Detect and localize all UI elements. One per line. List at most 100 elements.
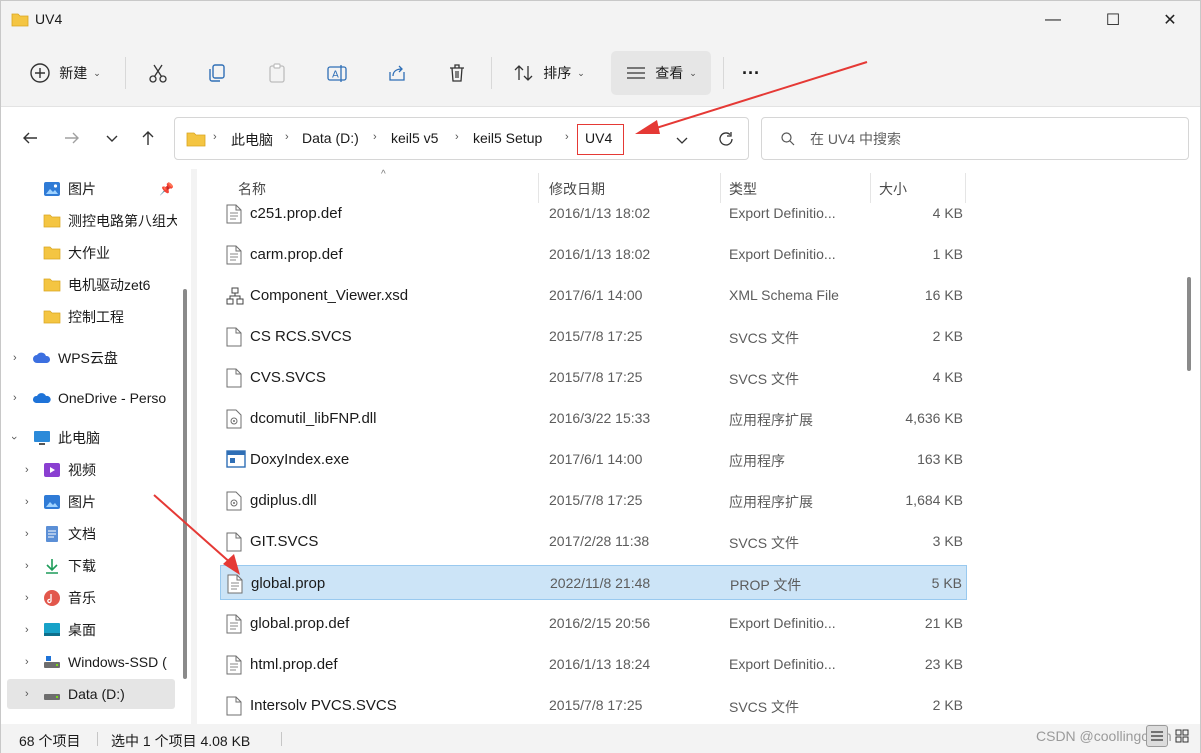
chevron-right-icon[interactable]: › bbox=[25, 592, 29, 604]
recent-locations-button[interactable] bbox=[97, 123, 127, 153]
nav-item-videos[interactable]: › 视频 bbox=[1, 455, 177, 485]
this-pc-icon bbox=[34, 431, 50, 445]
file-row[interactable]: Intersolv PVCS.SVCS 2015/7/8 17:25 SVCS 文件… bbox=[220, 688, 967, 723]
file-row[interactable]: DoxyIndex.exe 2017/6/1 14:00 应用程序 163 KB bbox=[220, 442, 967, 477]
close-button[interactable]: ✕ bbox=[1140, 1, 1200, 39]
folder-icon bbox=[43, 246, 61, 260]
search-box[interactable] bbox=[761, 117, 1189, 160]
file-list-scrollbar[interactable] bbox=[1187, 277, 1191, 371]
nav-item-wps-cloud[interactable]: › WPS云盘 bbox=[1, 343, 177, 373]
nav-item-downloads[interactable]: › 下载 bbox=[1, 551, 177, 581]
file-row[interactable]: global.prop 2022/11/8 21:48 PROP 文件 5 KB bbox=[220, 565, 967, 600]
document-icon bbox=[226, 614, 242, 634]
nav-item-folder[interactable]: 电机驱动zet6 bbox=[1, 270, 177, 300]
file-size: 2 KB bbox=[932, 697, 963, 713]
nav-item-folder[interactable]: 测控电路第八组大 bbox=[1, 206, 177, 236]
up-button[interactable] bbox=[133, 123, 163, 153]
view-button[interactable]: 查看 ⌄ bbox=[611, 51, 711, 95]
file-row[interactable]: html.prop.def 2016/1/13 18:24 Export Defin… bbox=[220, 647, 967, 682]
chevron-right-icon[interactable]: › bbox=[25, 528, 29, 540]
file-row[interactable]: CS RCS.SVCS 2015/7/8 17:25 SVCS 文件 2 KB bbox=[220, 319, 967, 354]
file-type: Export Definitio... bbox=[729, 246, 836, 262]
nav-item-pictures-quick[interactable]: 图片 📌 bbox=[1, 174, 177, 204]
share-button[interactable] bbox=[378, 51, 416, 95]
file-date: 2016/2/15 20:56 bbox=[549, 615, 651, 631]
copy-button[interactable] bbox=[198, 51, 236, 95]
details-view-button[interactable] bbox=[1146, 725, 1168, 747]
drive-icon bbox=[44, 656, 60, 668]
documents-icon bbox=[46, 526, 58, 542]
folder-icon bbox=[43, 310, 61, 324]
file-row[interactable]: gdiplus.dll 2015/7/8 17:25 应用程序扩展 1,684 KB bbox=[220, 483, 967, 518]
file-date: 2016/1/13 18:02 bbox=[549, 205, 651, 221]
nav-item-onedrive[interactable]: › OneDrive - Perso bbox=[1, 383, 177, 413]
file-list: ^ 名称 修改日期 类型 大小 c251.prop.def 2016/1/13 1… bbox=[197, 169, 1200, 724]
nav-item-data-drive[interactable]: › Data (D:) bbox=[7, 679, 175, 709]
new-button[interactable]: 新建 ⌄ bbox=[19, 51, 111, 95]
nav-item-this-pc[interactable]: › 此电脑 bbox=[1, 423, 177, 453]
minimize-button[interactable]: — bbox=[1023, 1, 1083, 39]
file-size: 1 KB bbox=[932, 246, 963, 262]
back-button[interactable] bbox=[15, 123, 45, 153]
nav-item-folder[interactable]: 大作业 bbox=[1, 238, 177, 268]
toolbar-divider bbox=[723, 57, 724, 89]
refresh-icon[interactable] bbox=[717, 130, 735, 148]
search-input[interactable] bbox=[810, 128, 1170, 150]
nav-item-documents[interactable]: › 文档 bbox=[1, 519, 177, 549]
more-options-button[interactable]: ··· bbox=[733, 51, 769, 95]
nav-item-folder[interactable]: 控制工程 bbox=[1, 302, 177, 332]
chevron-right-icon[interactable]: › bbox=[13, 392, 17, 404]
forward-button[interactable] bbox=[57, 123, 87, 153]
pictures-icon bbox=[44, 495, 60, 509]
breadcrumb-uv4[interactable]: UV4 bbox=[585, 130, 612, 146]
file-size: 23 KB bbox=[924, 656, 963, 672]
drive-icon bbox=[44, 694, 60, 700]
nav-scrollbar[interactable] bbox=[183, 289, 187, 679]
file-type: SVCS 文件 bbox=[729, 535, 800, 551]
breadcrumb-separator: › bbox=[373, 131, 377, 143]
nav-item-desktop[interactable]: › 桌面 bbox=[1, 615, 177, 645]
chevron-right-icon[interactable]: › bbox=[25, 624, 29, 636]
chevron-right-icon[interactable]: › bbox=[13, 352, 17, 364]
chevron-down-icon[interactable] bbox=[675, 133, 689, 147]
status-divider bbox=[281, 732, 282, 746]
file-row[interactable]: global.prop.def 2016/2/15 20:56 Export Def… bbox=[220, 606, 967, 641]
chevron-right-icon[interactable]: › bbox=[25, 656, 29, 668]
chevron-right-icon[interactable]: › bbox=[25, 560, 29, 572]
breadcrumb-this-pc[interactable]: 此电脑 bbox=[231, 130, 273, 150]
search-icon bbox=[781, 132, 795, 146]
chevron-right-icon[interactable]: › bbox=[25, 688, 29, 700]
chevron-down-icon[interactable]: › bbox=[8, 436, 20, 440]
nav-item-music[interactable]: › 音乐 bbox=[1, 583, 177, 613]
address-bar[interactable]: › 此电脑 › Data (D:) › keil5 v5 › keil5 Set… bbox=[174, 117, 749, 160]
breadcrumb-keil5-setup[interactable]: keil5 Setup bbox=[473, 130, 542, 146]
delete-button[interactable] bbox=[438, 51, 476, 95]
sort-button[interactable]: 排序 ⌄ bbox=[504, 51, 594, 95]
maximize-button[interactable]: ☐ bbox=[1083, 1, 1143, 39]
file-row[interactable]: CVS.SVCS 2015/7/8 17:25 SVCS 文件 4 KB bbox=[220, 360, 967, 395]
view-label: 查看 bbox=[655, 65, 684, 81]
cut-button[interactable] bbox=[139, 51, 177, 95]
file-type: 应用程序扩展 bbox=[729, 412, 813, 428]
file-row[interactable]: carm.prop.def 2016/1/13 18:02 Export Defin… bbox=[220, 237, 967, 272]
file-row[interactable]: c251.prop.def 2016/1/13 18:02 Export Defin… bbox=[220, 196, 967, 231]
file-name: gdiplus.dll bbox=[250, 492, 317, 509]
file-row[interactable]: Component_Viewer.xsd 2017/6/1 14:00 XML Sc… bbox=[220, 278, 967, 313]
file-date: 2015/7/8 17:25 bbox=[549, 697, 643, 713]
title-bar[interactable]: UV4 — ☐ ✕ bbox=[1, 1, 1200, 39]
music-icon bbox=[44, 590, 60, 606]
paste-button[interactable] bbox=[258, 51, 296, 95]
breadcrumb-keil5-v5[interactable]: keil5 v5 bbox=[391, 130, 438, 146]
thumbnail-view-button[interactable] bbox=[1171, 725, 1193, 747]
sort-label: 排序 bbox=[543, 65, 572, 81]
breadcrumb-data-drive[interactable]: Data (D:) bbox=[302, 130, 359, 146]
nav-item-pictures[interactable]: › 图片 bbox=[1, 487, 177, 517]
nav-item-windows-ssd[interactable]: › Windows-SSD ( bbox=[1, 647, 177, 677]
file-row[interactable]: GIT.SVCS 2017/2/28 11:38 SVCS 文件 3 KB bbox=[220, 524, 967, 559]
sort-icon bbox=[514, 65, 533, 81]
chevron-right-icon[interactable]: › bbox=[25, 496, 29, 508]
rename-button[interactable]: A bbox=[318, 51, 356, 95]
file-row[interactable]: dcomutil_libFNP.dll 2016/3/22 15:33 应用程序扩展… bbox=[220, 401, 967, 436]
chevron-right-icon[interactable]: › bbox=[25, 464, 29, 476]
file-type: Export Definitio... bbox=[729, 205, 836, 221]
